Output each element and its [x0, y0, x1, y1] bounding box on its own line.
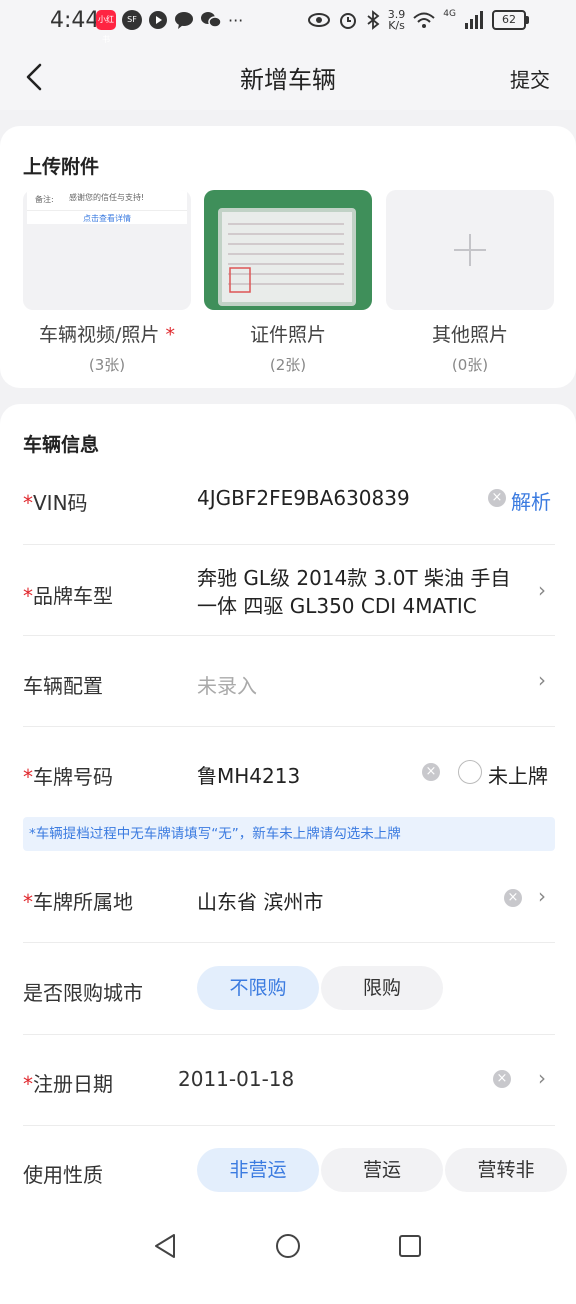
model-label: *品牌车型 — [23, 584, 113, 608]
certificate-photo-label: 证件照片 — [249, 324, 326, 346]
divider — [23, 726, 555, 727]
config-label: 车辆配置 — [23, 674, 103, 698]
divider — [23, 942, 555, 943]
eye-icon — [307, 13, 330, 27]
wifi-icon — [413, 12, 435, 28]
chevron-right-icon[interactable]: › — [538, 1066, 546, 1090]
divider — [23, 1125, 555, 1126]
play-icon — [149, 11, 167, 29]
plate-region-label: *车牌所属地 — [23, 890, 133, 914]
vin-label: *VIN码 — [23, 491, 88, 515]
home-circle-icon[interactable] — [274, 1232, 302, 1260]
parse-vin-button[interactable]: 解析 — [511, 486, 551, 515]
vehicle-photo-thumbnail[interactable]: 备注: 感谢您的信任与支持! 点击查看详情 — [23, 190, 191, 310]
battery-icon: 62 — [492, 10, 529, 30]
usage-label: 使用性质 — [23, 1163, 103, 1187]
clear-icon[interactable]: × — [504, 889, 522, 907]
register-date-label: *注册日期 — [23, 1072, 113, 1096]
commercial-option[interactable]: 营运 — [321, 1148, 443, 1192]
more-notifications-icon: ··· — [228, 10, 244, 30]
status-time: 4:44 — [50, 8, 100, 33]
recents-square-icon[interactable] — [397, 1233, 423, 1259]
other-photo-upload[interactable] — [386, 190, 554, 310]
vehicle-info-section-title: 车辆信息 — [23, 434, 100, 456]
clear-icon[interactable]: × — [422, 763, 440, 781]
signal-icon — [465, 11, 483, 29]
other-photo-label: 其他照片 — [431, 324, 508, 346]
vehicle-photo-label: 车辆视频/照片 * — [39, 324, 175, 346]
divider — [23, 635, 555, 636]
clear-icon[interactable]: × — [488, 489, 506, 507]
chevron-right-icon[interactable]: › — [538, 884, 546, 908]
model-line-2: 一体 四驱 GL350 CDI 4MATIC — [197, 594, 477, 618]
status-bar: 4:44 小红书 SF ··· 3.9 K/s 4G 62 — [0, 0, 576, 44]
model-line-1: 奔驰 GL级 2014款 3.0T 柴油 手自 — [197, 566, 511, 590]
plate-hint: *车辆提档过程中无车牌请填写“无”，新车未上牌请勾选未上牌 — [23, 817, 555, 851]
wechat-icon — [201, 12, 222, 28]
divider — [23, 1034, 555, 1035]
nav-bar: 新增车辆 提交 — [0, 44, 576, 110]
xiaohongshu-icon: 小红书 — [96, 10, 116, 44]
page-title: 新增车辆 — [240, 66, 336, 94]
chevron-right-icon[interactable]: › — [538, 668, 546, 692]
vehicle-photo-count: (3张) — [88, 356, 126, 374]
no-plate-radio[interactable] — [458, 760, 482, 784]
plate-label: *车牌号码 — [23, 765, 113, 789]
status-notification-icons: 小红书 SF ··· — [96, 10, 244, 44]
sf-express-icon: SF — [122, 10, 142, 30]
back-triangle-icon[interactable] — [152, 1232, 178, 1260]
register-date-selector[interactable]: 2011-01-18 — [178, 1067, 294, 1091]
preview-detail-link: 点击查看详情 — [27, 210, 187, 224]
divider — [23, 544, 555, 545]
clear-icon[interactable]: × — [493, 1070, 511, 1088]
no-plate-label[interactable]: 未上牌 — [488, 760, 548, 789]
submit-button[interactable]: 提交 — [510, 64, 550, 93]
network-type: 4G — [443, 9, 456, 19]
purchase-limit-label: 是否限购城市 — [23, 981, 143, 1005]
config-selector[interactable]: 未录入 — [197, 670, 257, 699]
plate-input[interactable]: 鲁MH4213 — [197, 760, 300, 789]
network-speed: 3.9 K/s — [387, 8, 406, 32]
plate-region-selector[interactable]: 山东省 滨州市 — [197, 886, 323, 915]
other-photo-count: (0张) — [451, 356, 489, 374]
attachments-section-title: 上传附件 — [23, 156, 100, 178]
status-system-icons: 3.9 K/s 4G 62 — [307, 8, 529, 32]
preview-remark-label: 备注: — [35, 195, 54, 204]
limit-option[interactable]: 限购 — [321, 966, 443, 1010]
message-icon — [175, 12, 193, 29]
chevron-right-icon[interactable]: › — [538, 578, 546, 602]
certificate-photo-count: (2张) — [269, 356, 307, 374]
bluetooth-icon — [367, 10, 380, 30]
attachments-card: 上传附件 备注: 感谢您的信任与支持! 点击查看详情 车辆视频/照片 * (3张… — [0, 126, 576, 388]
model-selector[interactable]: 奔驰 GL级 2014款 3.0T 柴油 手自 一体 四驱 GL350 CDI … — [197, 564, 510, 620]
commercial-to-non-option[interactable]: 营转非 — [445, 1148, 567, 1192]
system-navigation-bar — [0, 1210, 576, 1280]
no-limit-option[interactable]: 不限购 — [197, 966, 319, 1010]
plus-icon — [454, 234, 486, 266]
license-document-image — [218, 208, 356, 306]
preview-remark-text: 感谢您的信任与支持! — [69, 193, 145, 202]
non-commercial-option[interactable]: 非营运 — [197, 1148, 319, 1192]
vin-input[interactable]: 4JGBF2FE9BA630839 — [197, 486, 410, 510]
certificate-photo-thumbnail[interactable] — [204, 190, 372, 310]
alarm-icon — [339, 13, 356, 29]
